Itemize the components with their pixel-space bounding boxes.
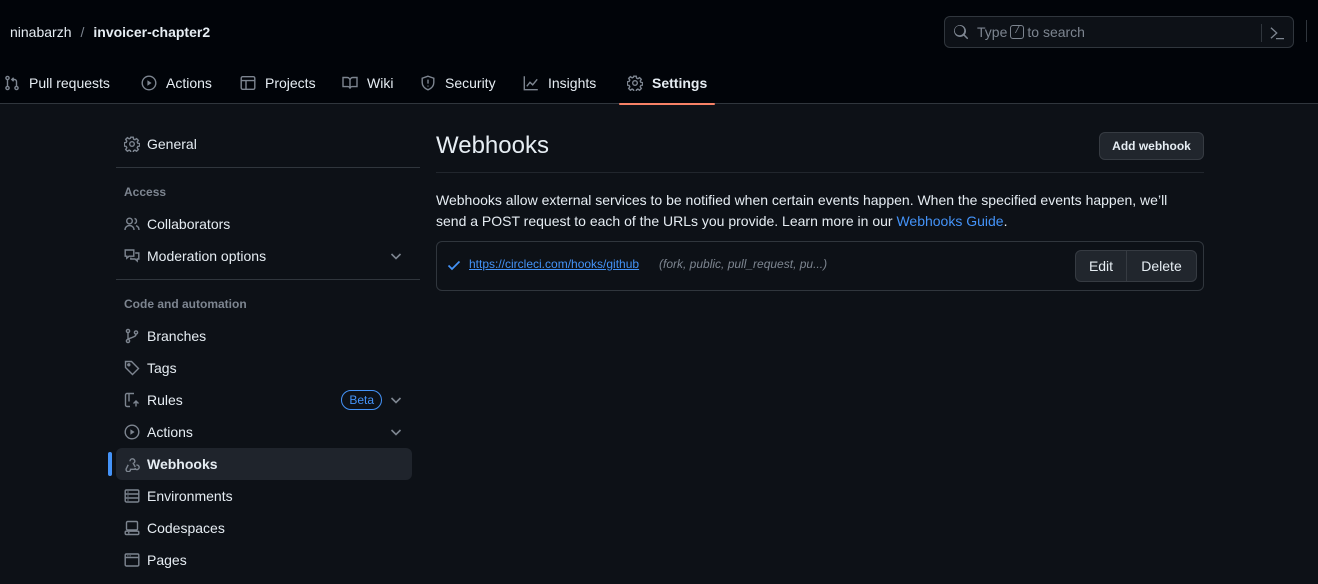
tag-icon	[124, 360, 140, 376]
sidebar-item-label: Webhooks	[147, 456, 218, 472]
repo-owner-link[interactable]: ninabarzh	[10, 24, 72, 40]
tab-wiki[interactable]: Wiki	[342, 64, 393, 104]
browser-icon	[124, 553, 140, 567]
tab-insights[interactable]: Insights	[523, 64, 596, 104]
search-shortcut-key: /	[1010, 25, 1025, 39]
git-pull-request-icon	[5, 75, 19, 91]
chevron-down-icon[interactable]	[388, 248, 404, 264]
webhook-events: (fork, public, pull_request, pu...)	[659, 257, 828, 271]
beta-badge: Beta	[341, 390, 382, 410]
sidebar-item-actions[interactable]: Actions	[116, 416, 412, 448]
sidebar-divider	[116, 167, 420, 168]
header-divider	[1306, 20, 1307, 42]
codespaces-icon	[124, 520, 140, 536]
sidebar-heading-access: Access	[124, 185, 167, 199]
webhooks-description: Webhooks allow external services to be n…	[436, 192, 1168, 229]
comment-discussion-icon	[124, 249, 140, 263]
chevron-down-icon[interactable]	[388, 392, 404, 408]
sidebar-item-label: Collaborators	[147, 216, 231, 232]
title-divider	[436, 172, 1204, 173]
git-branch-icon	[125, 328, 139, 344]
play-icon	[141, 75, 157, 91]
breadcrumb: ninabarzh / invoicer-chapter2	[10, 22, 210, 42]
sidebar-item-label: Rules	[147, 392, 183, 408]
webhook-actions: Edit Delete	[1075, 250, 1197, 282]
chevron-down-icon[interactable]	[388, 424, 404, 440]
tab-projects[interactable]: Projects	[240, 64, 316, 104]
tab-security[interactable]: Security	[420, 64, 496, 104]
table-icon	[240, 76, 256, 91]
sidebar-item-label: Pages	[147, 552, 187, 568]
webhook-url-link[interactable]: https://circleci.com/hooks/github	[469, 257, 639, 271]
sidebar-item-rules[interactable]: Rules Beta	[116, 384, 412, 416]
sidebar-item-label: Moderation options	[147, 248, 267, 264]
gear-icon	[124, 136, 140, 152]
shield-icon	[421, 75, 435, 91]
delete-webhook-button[interactable]: Delete	[1127, 250, 1197, 282]
check-icon	[447, 260, 461, 271]
add-webhook-button[interactable]: Add webhook	[1099, 132, 1204, 160]
sidebar-item-moderation-options[interactable]: Moderation options	[116, 240, 412, 272]
sidebar-item-label: Tags	[147, 360, 177, 376]
sidebar-item-tags[interactable]: Tags	[116, 352, 412, 384]
sidebar-item-environments[interactable]: Environments	[116, 480, 412, 512]
command-palette-icon[interactable]	[1269, 25, 1285, 41]
sidebar-item-label: Branches	[147, 328, 207, 344]
sidebar-item-label: Environments	[147, 488, 233, 504]
breadcrumb-separator: /	[80, 24, 85, 40]
graph-icon	[523, 76, 538, 91]
sidebar-item-branches[interactable]: Branches	[116, 320, 412, 352]
repo-name-link[interactable]: invoicer-chapter2	[93, 24, 210, 40]
sidebar-item-label: General	[147, 136, 197, 152]
search-icon	[954, 25, 969, 40]
sidebar-item-webhooks[interactable]: Webhooks	[108, 448, 412, 480]
app-header: ninabarzh / invoicer-chapter2 Type / to …	[0, 0, 1318, 105]
webhooks-guide-link[interactable]: Webhooks Guide	[896, 213, 1003, 229]
webhook-icon	[125, 458, 140, 472]
search-divider	[1261, 24, 1262, 42]
settings-sidebar: General Access Collaborators Moderation …	[108, 104, 420, 584]
repo-push-icon	[124, 392, 139, 408]
sidebar-item-collaborators[interactable]: Collaborators	[116, 208, 412, 240]
sidebar-item-pages[interactable]: Pages	[116, 544, 412, 576]
sidebar-item-label: Actions	[147, 424, 193, 440]
page-title: Webhooks	[436, 132, 549, 159]
sidebar-heading-code-automation: Code and automation	[124, 297, 247, 311]
sidebar-divider	[116, 279, 420, 280]
tab-settings[interactable]: Settings	[618, 64, 716, 105]
webhook-list-item: https://circleci.com/hooks/github (fork,…	[436, 241, 1204, 291]
search-placeholder: Type / to search	[977, 24, 1085, 40]
book-icon	[342, 76, 358, 89]
people-icon	[124, 217, 140, 231]
sidebar-item-label: Codespaces	[147, 520, 225, 536]
edit-webhook-button[interactable]: Edit	[1075, 250, 1127, 282]
gear-icon	[627, 75, 643, 91]
tab-pull-requests[interactable]: Pull requests	[4, 64, 110, 104]
sidebar-item-general[interactable]: General	[116, 128, 412, 160]
sidebar-item-codespaces[interactable]: Codespaces	[116, 512, 412, 544]
play-icon	[124, 424, 140, 440]
search-input[interactable]: Type / to search	[944, 16, 1294, 48]
tab-actions[interactable]: Actions	[141, 64, 212, 104]
server-icon	[124, 489, 140, 503]
